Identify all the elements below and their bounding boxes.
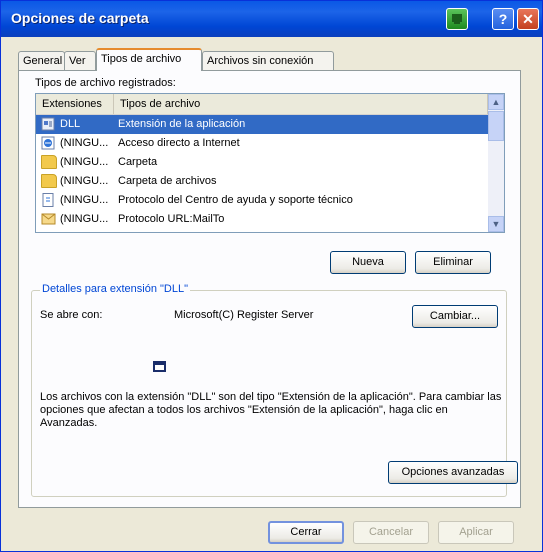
scroll-up-icon[interactable]: ▲	[488, 94, 504, 110]
row-extension: (NINGU...	[60, 194, 109, 206]
registered-types-label: Tipos de archivo registrados:	[35, 77, 176, 89]
opens-with-label: Se abre con:	[40, 309, 103, 321]
column-header-types[interactable]: Tipos de archivo	[114, 94, 488, 114]
delete-button[interactable]: Eliminar	[415, 251, 491, 274]
row-type: Carpeta de archivos	[118, 175, 217, 187]
dll-icon	[41, 117, 57, 131]
tab-archivos-sin-conexion[interactable]: Archivos sin conexión	[202, 51, 334, 70]
apply-button[interactable]: Aplicar	[438, 521, 514, 544]
column-header-extensions[interactable]: Extensiones	[36, 94, 114, 114]
list-item[interactable]: (NINGU... Acceso directo a Internet	[36, 134, 488, 153]
list-item[interactable]: (NINGU... Carpeta	[36, 153, 488, 172]
app-status-icon	[446, 8, 468, 30]
opens-with-value: Microsoft(C) Register Server	[174, 309, 314, 321]
tab-ver[interactable]: Ver	[64, 51, 96, 70]
list-scrollbar[interactable]: ▲ ▼	[488, 94, 504, 232]
new-button[interactable]: Nueva	[330, 251, 406, 274]
help-file-icon	[41, 193, 57, 207]
list-header: Extensiones Tipos de archivo	[36, 94, 504, 115]
folder-options-dialog: Opciones de carpeta ? ✕ General Ver Tipo…	[0, 0, 543, 552]
row-type: Carpeta	[118, 156, 158, 168]
title-bar[interactable]: Opciones de carpeta ? ✕	[1, 1, 542, 37]
row-extension: DLL	[60, 118, 81, 130]
row-type: Acceso directo a Internet	[118, 137, 240, 149]
tab-general[interactable]: General	[18, 51, 65, 70]
row-type: Extensión de la aplicación	[118, 118, 246, 130]
row-type: Protocolo del Centro de ayuda y soporte …	[118, 194, 353, 206]
tab-tipos-de-archivo[interactable]: Tipos de archivo	[96, 48, 202, 71]
close-button[interactable]: Cerrar	[268, 521, 344, 544]
list-item[interactable]: DLL Extensión de la aplicación	[36, 115, 488, 134]
window-title: Opciones de carpeta	[11, 10, 149, 26]
folder-icon	[41, 155, 57, 169]
description-text: Los archivos con la extensión "DLL" son …	[40, 391, 502, 429]
details-group: Detalles para extensión "DLL" Se abre co…	[31, 283, 518, 497]
file-types-list[interactable]: Extensiones Tipos de archivo DLL Extensi…	[35, 93, 505, 233]
mailto-icon	[41, 212, 57, 226]
application-window-icon	[153, 361, 166, 372]
advanced-options-button[interactable]: Opciones avanzadas	[388, 461, 518, 484]
row-extension: (NINGU...	[60, 156, 109, 168]
scroll-down-icon[interactable]: ▼	[488, 216, 504, 232]
folder-icon	[41, 174, 57, 188]
list-item[interactable]: (NINGU... Carpeta de archivos	[36, 172, 488, 191]
change-button[interactable]: Cambiar...	[412, 305, 498, 328]
row-extension: (NINGU...	[60, 137, 109, 149]
list-item[interactable]: (NINGU... Protocolo URL:MailTo	[36, 210, 488, 229]
help-button[interactable]: ?	[492, 8, 514, 30]
row-extension: (NINGU...	[60, 175, 109, 187]
cancel-button[interactable]: Cancelar	[353, 521, 429, 544]
tab-panel: Tipos de archivo registrados: Extensione…	[18, 70, 521, 508]
close-window-button[interactable]: ✕	[517, 8, 539, 30]
scroll-thumb[interactable]	[488, 111, 504, 141]
internet-shortcut-icon	[41, 136, 57, 150]
row-extension: (NINGU...	[60, 213, 109, 225]
row-type: Protocolo URL:MailTo	[118, 213, 225, 225]
list-item[interactable]: (NINGU... Protocolo del Centro de ayuda …	[36, 191, 488, 210]
details-group-title: Detalles para extensión "DLL"	[40, 283, 191, 295]
